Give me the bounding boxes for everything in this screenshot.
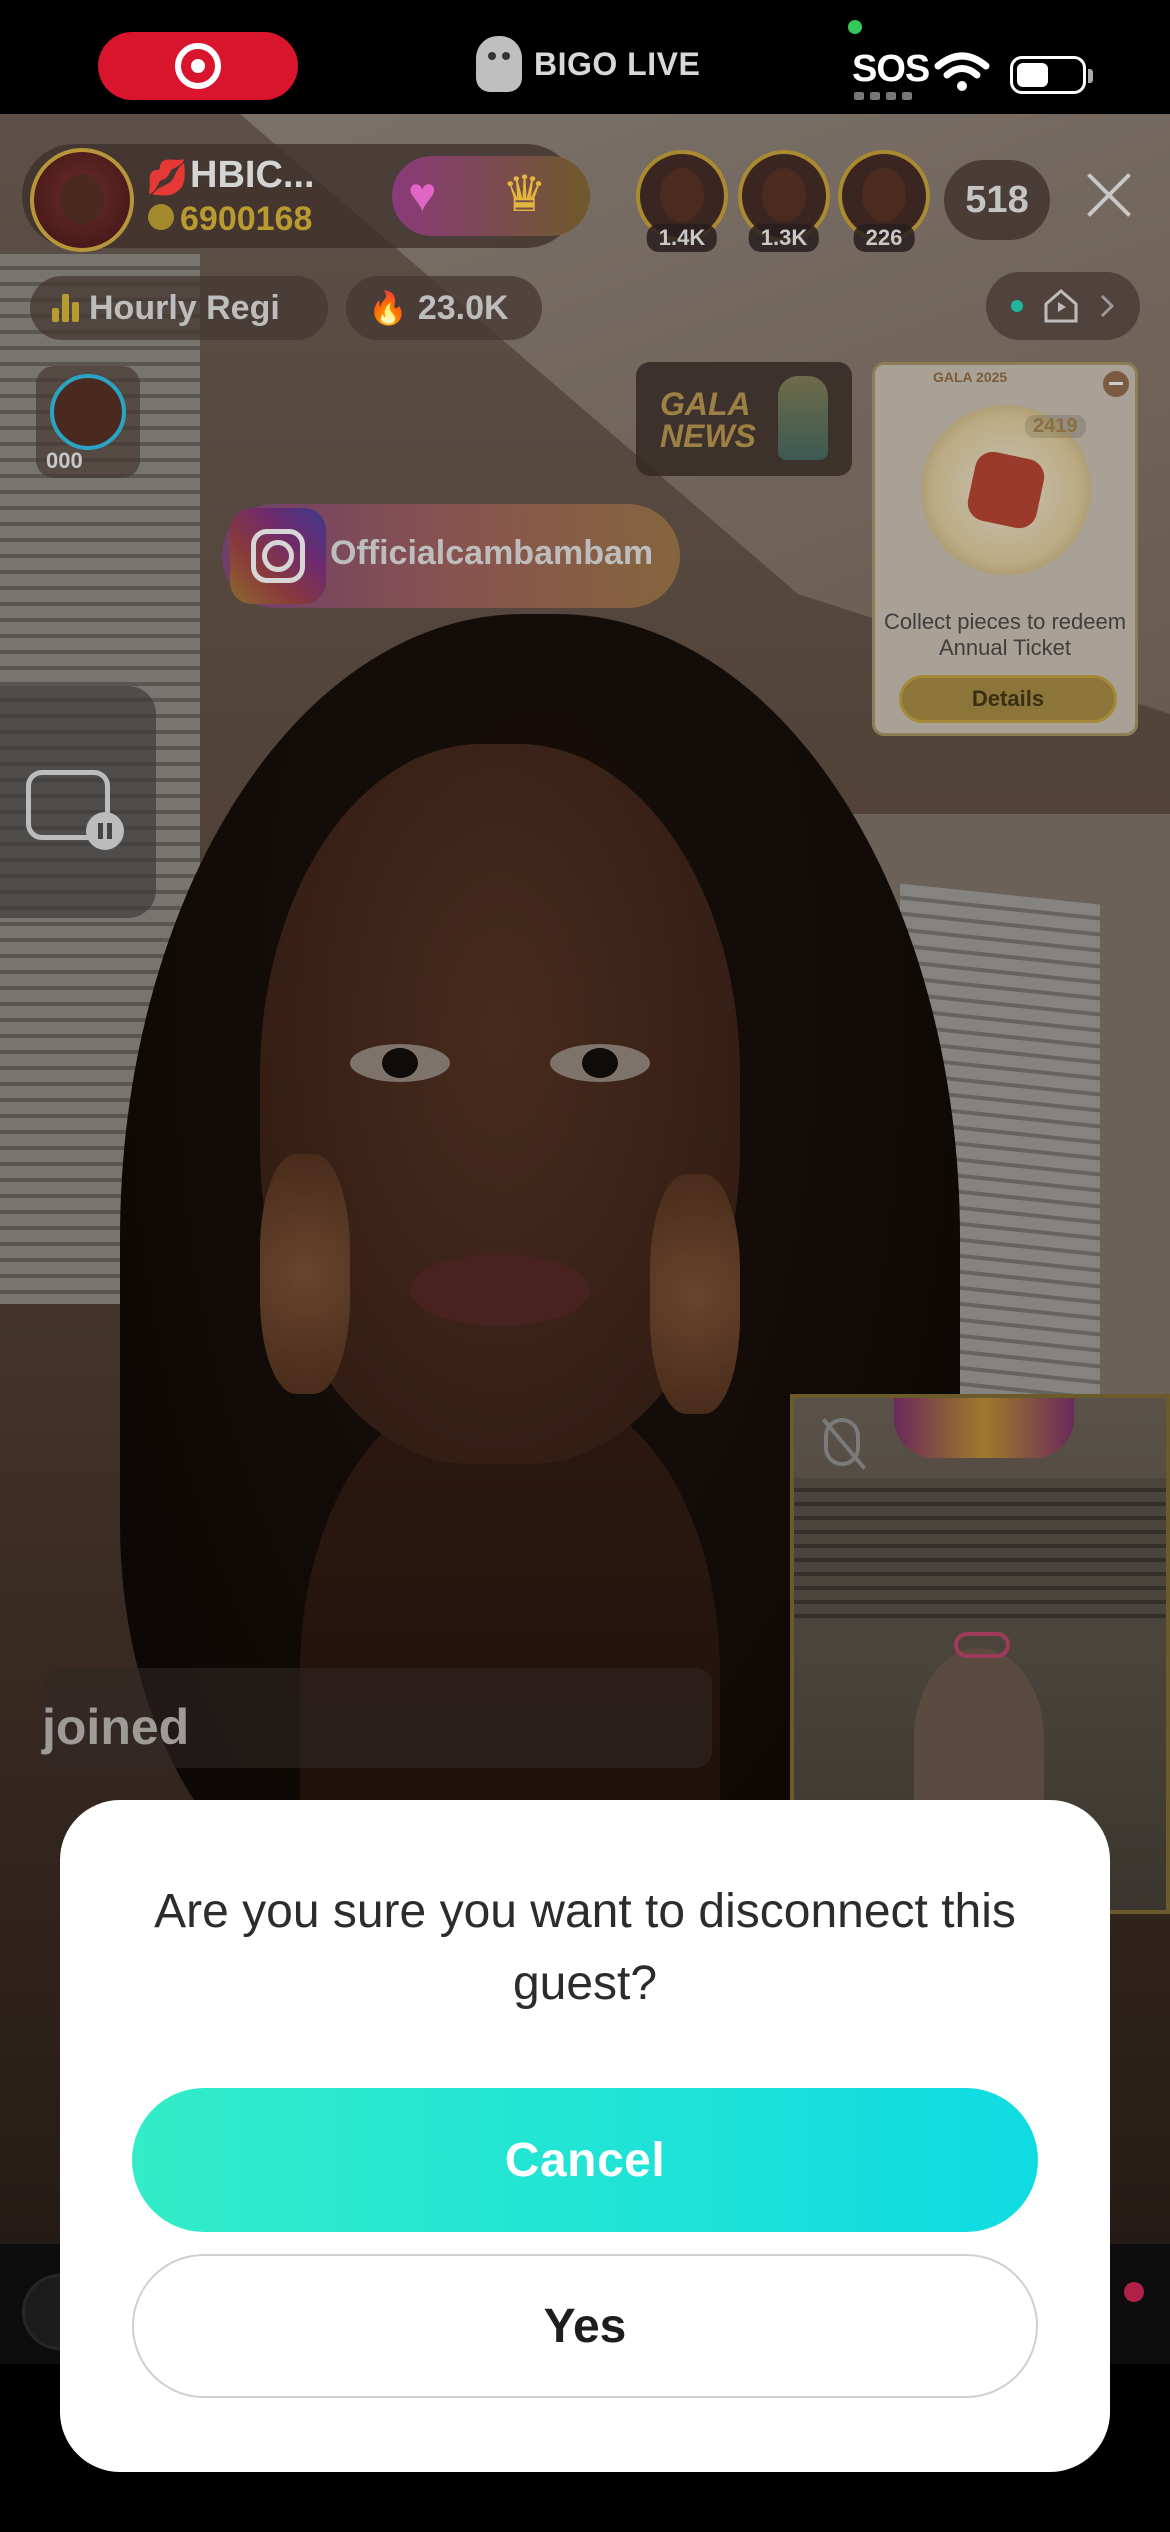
top-viewer-1[interactable]: 1.4K [636, 150, 728, 252]
level-badge[interactable]: 000 [36, 366, 140, 478]
hourly-ranking-label: Hourly Regi [89, 288, 280, 327]
cancel-button[interactable]: Cancel [132, 2088, 1038, 2232]
viewer-contribution: 226 [853, 224, 915, 252]
disconnect-guest-dialog: Are you sure you want to disconnect this… [60, 1800, 1110, 2472]
hourly-ranking-pill[interactable]: Hourly Regi [30, 276, 328, 340]
sos-indicator: SOS [852, 48, 930, 90]
room-home-pill[interactable] [986, 272, 1140, 340]
host-coins: 6900168 [180, 200, 313, 238]
app-brand: BIGO LIVE [476, 34, 700, 94]
mask-icon [954, 1632, 1010, 1658]
viewer-contribution: 1.3K [748, 224, 820, 252]
notification-dot [1124, 2282, 1144, 2302]
guest-frame-decoration [894, 1398, 1074, 1458]
top-viewer-3[interactable]: 226 [838, 150, 930, 252]
score-value: 23.0K [417, 288, 509, 327]
collapse-icon[interactable] [1103, 371, 1129, 397]
mic-off-icon [824, 1418, 860, 1466]
event-count: 2419 [1025, 415, 1086, 438]
brand-label: BIGO LIVE [534, 45, 701, 82]
bigo-logo-icon [476, 36, 522, 92]
flame-icon: 🔥 [368, 290, 408, 326]
viewer-count-button[interactable]: 518 [944, 160, 1050, 240]
record-icon [175, 43, 221, 89]
heart-badge-icon: ♥ [408, 169, 437, 222]
crown-badge-icon: ♛ [502, 166, 547, 222]
online-dot [1011, 300, 1023, 312]
level-value: 000 [46, 448, 83, 473]
camera-in-use-dot [848, 20, 862, 34]
gala-news-banner[interactable]: GALA NEWS [636, 362, 852, 476]
host-name: HBIC... [190, 154, 315, 196]
host-avatar[interactable] [30, 148, 134, 252]
trophy-icon [778, 376, 828, 460]
badge-avatar [50, 374, 126, 450]
yes-button[interactable]: Yes [132, 2254, 1038, 2398]
event-card[interactable]: GALA 2025 2419 Collect pieces to redeem … [872, 362, 1138, 736]
lips-icon: 💋 [146, 159, 189, 197]
coin-icon [148, 204, 174, 230]
viewer-contribution: 1.4K [646, 224, 718, 252]
instagram-handle: Officialcambambam [330, 534, 654, 572]
pause-icon[interactable] [86, 812, 124, 850]
screen-recording-indicator[interactable] [98, 32, 298, 100]
host-info[interactable]: 💋 HBIC... 6900168 ♥ ♛ [22, 144, 590, 252]
ranking-bars-icon [52, 294, 79, 322]
joined-text: joined [42, 1699, 190, 1755]
battery-icon [1010, 56, 1093, 94]
instagram-icon [230, 508, 326, 604]
home-icon [1044, 289, 1078, 323]
instagram-banner[interactable]: Officialcambambam [222, 504, 680, 608]
voice-chat-widget[interactable] [0, 686, 156, 918]
event-description: Collect pieces to redeem Annual Ticket [883, 609, 1127, 660]
score-pill[interactable]: 🔥 23.0K [346, 276, 542, 340]
top-viewer-2[interactable]: 1.3K [738, 150, 830, 252]
dialog-message: Are you sure you want to disconnect this… [154, 1885, 1016, 2010]
wifi-icon [934, 52, 990, 91]
signal-icon [854, 92, 912, 100]
event-year: GALA 2025 [933, 369, 1008, 385]
host-badges[interactable]: ♥ ♛ [392, 156, 590, 236]
close-icon[interactable] [1084, 170, 1134, 220]
status-bar: BIGO LIVE SOS [0, 0, 1170, 114]
chevron-right-icon [1100, 294, 1115, 318]
details-button[interactable]: Details [899, 675, 1117, 723]
